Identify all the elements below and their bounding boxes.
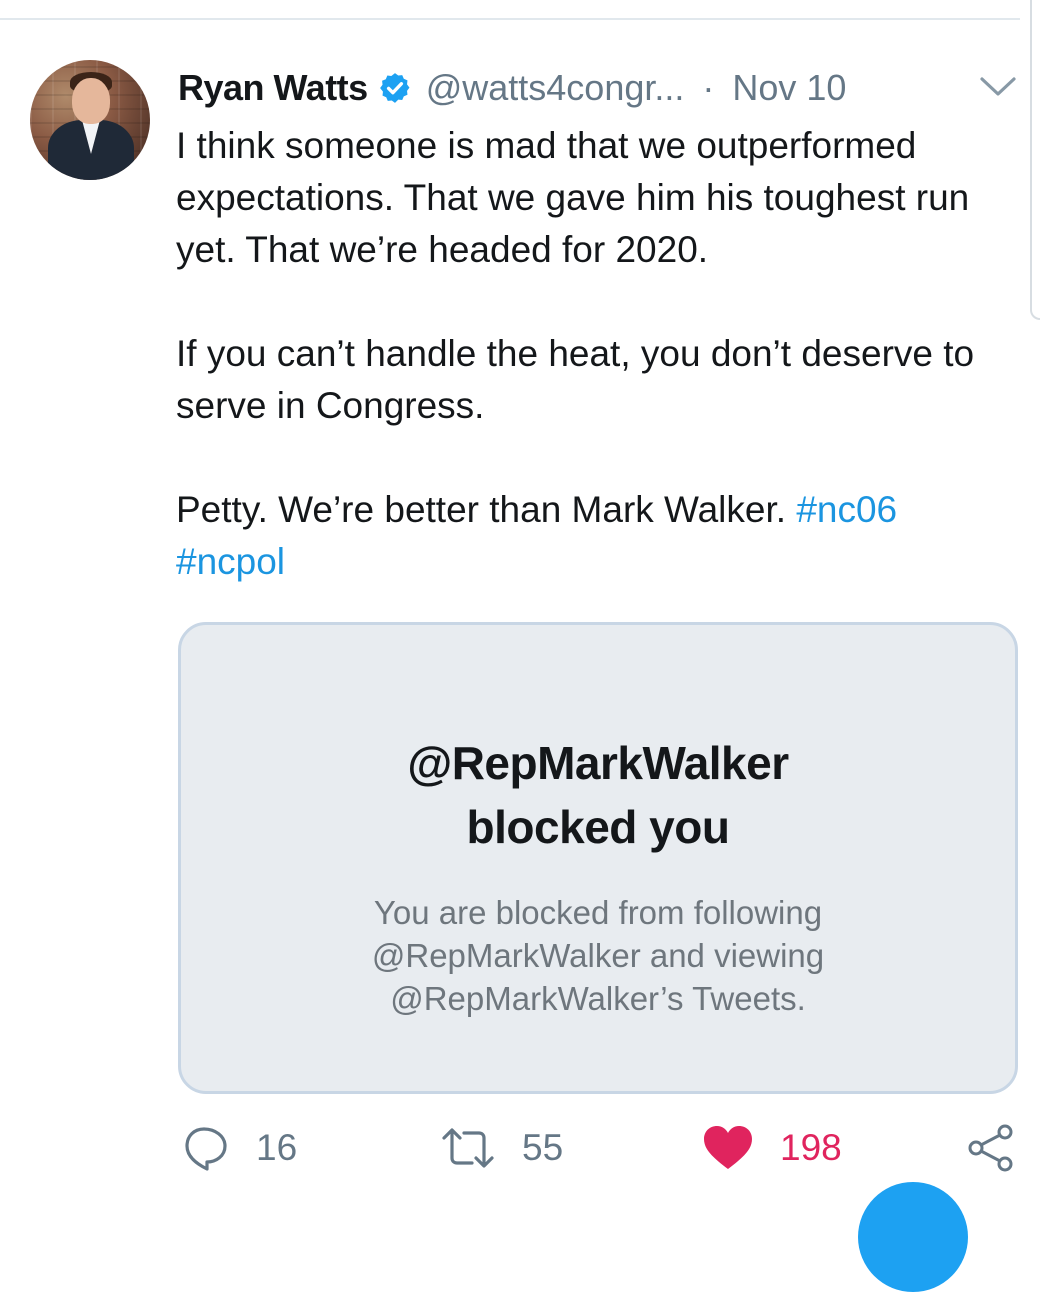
- retweet-button[interactable]: 55: [440, 1118, 563, 1178]
- avatar[interactable]: [30, 60, 150, 180]
- compose-tweet-button[interactable]: [858, 1182, 968, 1292]
- tweet-text: I think someone is mad that we outperfor…: [176, 120, 1016, 588]
- tweet-header: Ryan Watts @watts4congr... · Nov 10: [178, 62, 1018, 114]
- like-count: 198: [780, 1127, 842, 1168]
- tweet-paragraph: Petty. We’re better than Mark Walker. #n…: [176, 484, 1016, 588]
- header-separator: ·: [702, 67, 715, 108]
- like-button[interactable]: 198: [702, 1118, 842, 1178]
- retweet-arrows-icon: [442, 1128, 494, 1168]
- tweet-paragraph: If you can’t handle the heat, you don’t …: [176, 333, 975, 426]
- tweet-actions: 16 55 198: [0, 1118, 1040, 1178]
- chevron-down-icon[interactable]: [978, 74, 1018, 100]
- blocked-description-line: @RepMarkWalker and viewing: [371, 937, 825, 974]
- scrollbar[interactable]: [1030, 0, 1040, 320]
- share-button[interactable]: [966, 1118, 1016, 1178]
- blocked-title: @RepMarkWalker blocked you: [181, 731, 1015, 859]
- share-icon: [968, 1124, 1013, 1172]
- blocked-title-line: @RepMarkWalker: [407, 737, 789, 789]
- quoted-image-card[interactable]: @RepMarkWalker blocked you You are block…: [178, 622, 1018, 1094]
- tweet-paragraph: I think someone is mad that we outperfor…: [176, 125, 970, 270]
- heart-icon: [704, 1126, 752, 1169]
- author-handle[interactable]: @watts4congr...: [426, 67, 685, 109]
- blocked-description-line: @RepMarkWalker’s Tweets.: [390, 980, 806, 1017]
- hashtag-link[interactable]: #ncpol: [176, 541, 285, 582]
- reply-bubble-icon: [185, 1127, 227, 1171]
- blocked-description: You are blocked from following @RepMarkW…: [181, 891, 1015, 1020]
- author-name[interactable]: Ryan Watts: [178, 67, 368, 109]
- avatar-face: [72, 78, 110, 124]
- reply-button[interactable]: 16: [182, 1118, 297, 1178]
- tweet-date[interactable]: Nov 10: [732, 67, 846, 109]
- blocked-description-line: You are blocked from following: [373, 894, 823, 931]
- tweet-paragraph-text: Petty. We’re better than Mark Walker.: [176, 489, 797, 530]
- verified-badge-icon: [378, 71, 412, 105]
- reply-count: 16: [256, 1127, 298, 1168]
- retweet-count: 55: [522, 1127, 564, 1168]
- top-divider: [0, 18, 1020, 20]
- blocked-title-line: blocked you: [466, 801, 730, 853]
- hashtag-link[interactable]: #nc06: [796, 489, 897, 530]
